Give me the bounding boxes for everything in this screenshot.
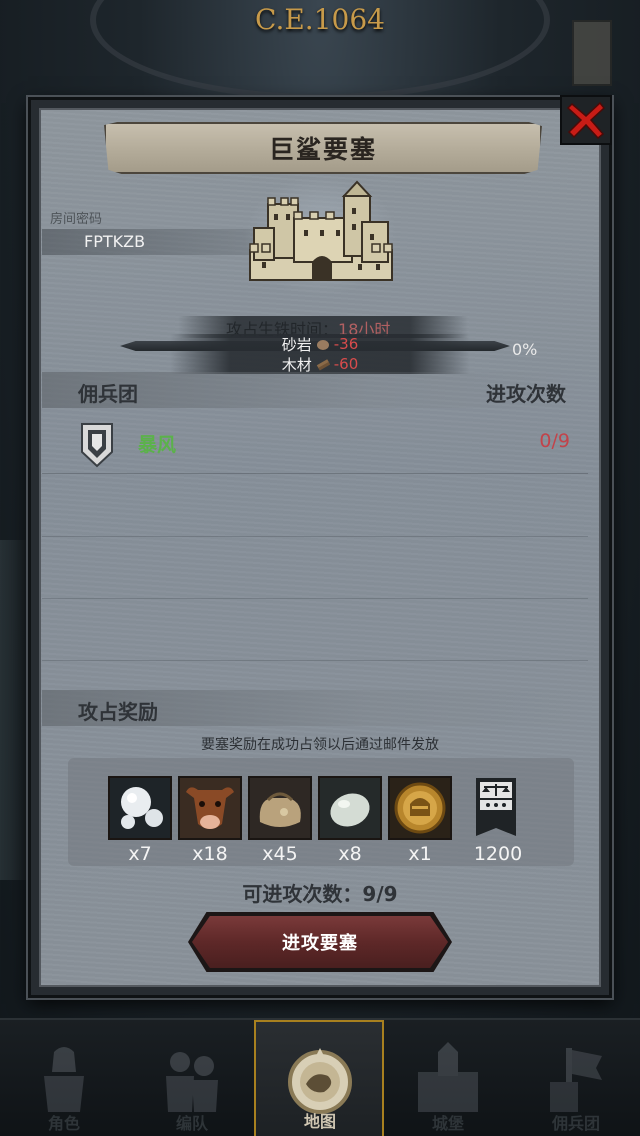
reward-rank-value: 1200 bbox=[473, 843, 523, 865]
reward-qty: x1 bbox=[408, 843, 432, 865]
resource-value: -36 bbox=[333, 335, 359, 353]
scales-banner-icon bbox=[476, 778, 516, 836]
row-divider bbox=[42, 536, 588, 537]
cow-icon bbox=[180, 778, 240, 838]
reward-item-knight-coin[interactable] bbox=[388, 776, 452, 840]
title-banner: 巨鲨要塞 bbox=[104, 122, 542, 174]
mercenary-row[interactable]: 暴风 0/9 bbox=[42, 412, 588, 474]
map-compass-icon bbox=[288, 1048, 352, 1114]
row-divider bbox=[42, 598, 588, 599]
nav-label: 角色 bbox=[47, 1114, 80, 1133]
left-side-decoration bbox=[0, 540, 30, 880]
attack-count-value: 9/9 bbox=[362, 882, 398, 906]
sack-icon bbox=[250, 778, 310, 838]
mercenary-section-title: 佣兵团 bbox=[78, 382, 138, 406]
attack-fortress-button[interactable]: 进攻要塞 bbox=[192, 916, 448, 968]
reward-qty: x8 bbox=[338, 843, 362, 865]
reward-note: 要塞奖励在成功占领以后通过邮件发放 bbox=[201, 737, 439, 753]
stone-egg-icon bbox=[320, 778, 380, 838]
fortress-castle-icon bbox=[249, 180, 393, 281]
reward-qty: x7 bbox=[128, 843, 152, 865]
mercenary-icon bbox=[550, 1048, 602, 1112]
nav-item-castle[interactable]: 城堡 bbox=[384, 1020, 512, 1136]
reward-qty: x18 bbox=[192, 843, 228, 865]
tower-decoration bbox=[572, 20, 612, 86]
resource-row-stone: 砂岩 -36 bbox=[170, 334, 470, 354]
mercenary-name: 暴风 bbox=[138, 434, 177, 456]
era-title: C.E.1064 bbox=[255, 3, 385, 36]
nav-item-mercenary[interactable]: 佣兵团 bbox=[512, 1020, 640, 1136]
resource-row-wood: 木材 -60 bbox=[170, 354, 470, 374]
attack-count: 可进攻次数：9/9 bbox=[0, 878, 640, 907]
reward-section-title: 攻占奖励 bbox=[78, 700, 158, 724]
row-divider bbox=[42, 660, 588, 661]
room-code: FPTKZB bbox=[84, 232, 146, 251]
nav-label: 编队 bbox=[175, 1114, 208, 1133]
reward-qty: x45 bbox=[262, 843, 298, 865]
bottom-nav: 角色 编队 地图 城堡 佣兵团 bbox=[0, 1018, 640, 1136]
room-code-label: 房间密码 bbox=[50, 212, 103, 227]
nav-item-formation[interactable]: 编队 bbox=[128, 1020, 256, 1136]
castle-icon bbox=[418, 1042, 478, 1112]
reward-item-stone[interactable] bbox=[318, 776, 382, 840]
attack-button-label: 进攻要塞 bbox=[282, 933, 358, 954]
nav-item-map[interactable]: 地图 bbox=[254, 1020, 384, 1136]
attack-count-header: 进攻次数 bbox=[486, 382, 566, 406]
reward-item-pearl[interactable] bbox=[108, 776, 172, 840]
nav-label: 佣兵团 bbox=[551, 1114, 600, 1133]
army-icon bbox=[166, 1052, 218, 1112]
attack-count-label: 可进攻次数： bbox=[242, 882, 363, 906]
nav-item-character[interactable]: 角色 bbox=[0, 1020, 128, 1136]
dialog-title: 巨鲨要塞 bbox=[268, 135, 377, 164]
knight-icon bbox=[44, 1047, 84, 1112]
reward-item-cow[interactable] bbox=[178, 776, 242, 840]
nav-label: 地图 bbox=[303, 1112, 336, 1131]
reward-item-sack[interactable] bbox=[248, 776, 312, 840]
mercenary-attack-count: 0/9 bbox=[539, 430, 570, 452]
wood-icon bbox=[316, 359, 330, 371]
knight-coin-icon bbox=[390, 778, 450, 838]
resource-name: 砂岩 bbox=[281, 335, 312, 354]
capture-percent: 0% bbox=[512, 340, 538, 359]
close-button[interactable] bbox=[560, 95, 612, 145]
resource-value: -60 bbox=[333, 355, 359, 373]
stone-icon bbox=[316, 340, 329, 350]
pearl-icon bbox=[110, 778, 170, 838]
shield-icon bbox=[81, 423, 113, 468]
close-icon bbox=[566, 101, 606, 140]
nav-label: 城堡 bbox=[431, 1114, 464, 1133]
